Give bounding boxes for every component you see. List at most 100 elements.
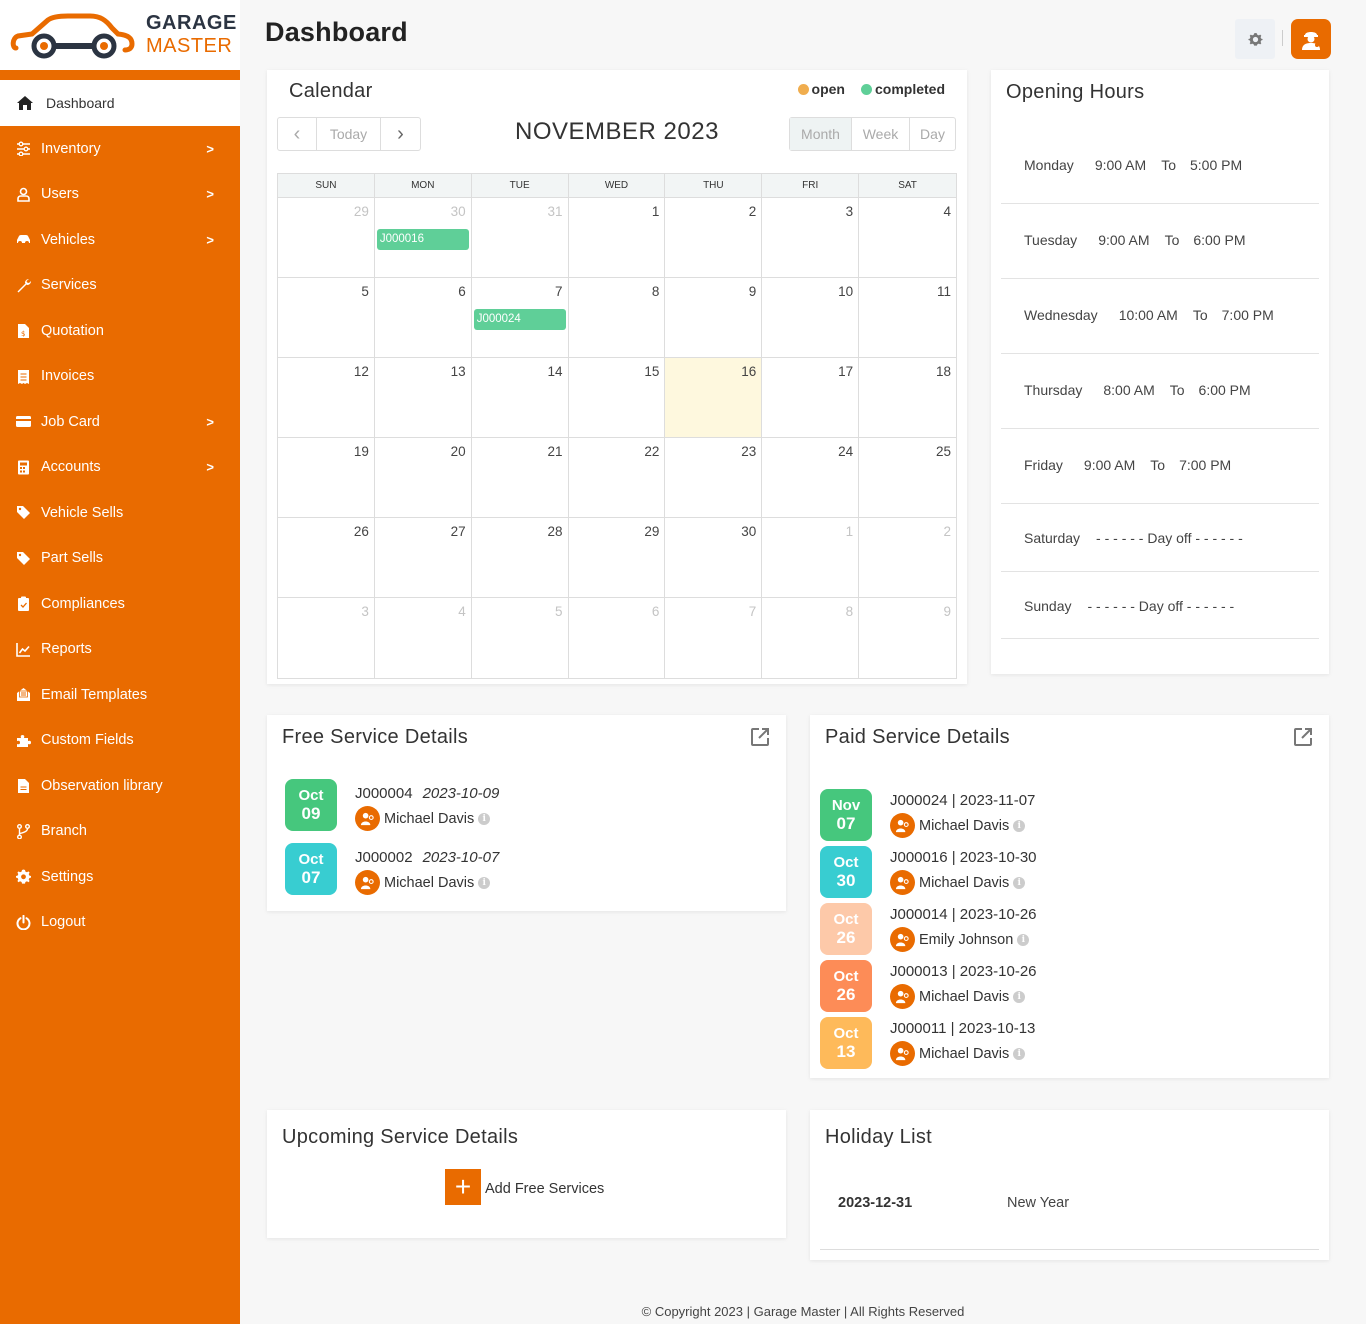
calendar-day[interactable]: 22: [569, 438, 666, 517]
sidebar-item-job-card[interactable]: Job Card >: [0, 399, 240, 445]
sidebar-item-services[interactable]: Services: [0, 263, 240, 309]
calendar-day[interactable]: 29: [278, 198, 375, 277]
settings-button[interactable]: [1235, 19, 1275, 59]
service-job-label[interactable]: J000013 | 2023-10-26: [890, 963, 1037, 980]
calendar-day[interactable]: 12: [278, 358, 375, 437]
gear-icon: [14, 869, 32, 885]
calendar-day[interactable]: 25: [859, 438, 956, 517]
calendar-day[interactable]: 7: [665, 598, 763, 678]
sidebar-item-email-templates[interactable]: Email Templates: [0, 672, 240, 718]
sidebar-item-inventory[interactable]: Inventory >: [0, 126, 240, 172]
sidebar-item-dashboard[interactable]: Dashboard: [0, 80, 240, 126]
calendar-day[interactable]: 23: [665, 438, 763, 517]
calendar-day[interactable]: 24: [762, 438, 860, 517]
external-link-icon[interactable]: [750, 727, 770, 747]
sidebar-item-invoices[interactable]: Invoices: [0, 354, 240, 400]
job-number[interactable]: J000004: [355, 785, 413, 802]
day-number: 2: [943, 524, 951, 539]
sidebar-item-logout[interactable]: Logout: [0, 900, 240, 946]
info-icon[interactable]: i: [1017, 933, 1030, 946]
sidebar-item-reports[interactable]: Reports: [0, 627, 240, 673]
sidebar-item-part-sells[interactable]: Part Sells: [0, 536, 240, 582]
calendar-day[interactable]: 18: [859, 358, 956, 437]
calendar-day[interactable]: 19: [278, 438, 375, 517]
calendar-day[interactable]: 8: [569, 278, 666, 357]
calendar-day[interactable]: 21: [472, 438, 569, 517]
view-week-button[interactable]: Week: [852, 118, 910, 150]
info-icon[interactable]: i: [1013, 876, 1026, 889]
sidebar-item-settings[interactable]: Settings: [0, 854, 240, 900]
info-icon[interactable]: i: [478, 812, 491, 825]
calendar-day[interactable]: 14: [472, 358, 569, 437]
calendar-day[interactable]: 1: [569, 198, 666, 277]
sidebar-item-observation-library[interactable]: Observation library: [0, 763, 240, 809]
calendar-event[interactable]: J000024: [473, 309, 566, 330]
sidebar-item-vehicle-sells[interactable]: Vehicle Sells: [0, 490, 240, 536]
free-service-item[interactable]: Oct 07 J000002 2023-10-07 Michael Davis i: [267, 843, 786, 903]
brand-logo[interactable]: GARAGE MASTER: [0, 0, 240, 70]
view-month-button[interactable]: Month: [790, 118, 852, 150]
calendar-day[interactable]: 3: [762, 198, 860, 277]
calendar-day[interactable]: 2: [859, 518, 956, 597]
sidebar-item-accounts[interactable]: Accounts >: [0, 445, 240, 491]
calendar-day[interactable]: 30 J000016: [375, 198, 472, 277]
view-day-button[interactable]: Day: [910, 118, 955, 150]
calendar-day[interactable]: 10: [762, 278, 860, 357]
sidebar-item-label: Quotation: [41, 322, 104, 339]
add-free-service-label[interactable]: Add Free Services: [485, 1181, 604, 1197]
sidebar-item-branch[interactable]: Branch: [0, 809, 240, 855]
calendar-day[interactable]: 13: [375, 358, 472, 437]
calendar-day[interactable]: 31: [472, 198, 569, 277]
calendar-day[interactable]: 30: [665, 518, 763, 597]
service-job-label[interactable]: J000014 | 2023-10-26: [890, 906, 1037, 923]
paid-service-item[interactable]: Nov 07 J000024 | 2023-11-07 Michael Davi…: [810, 789, 1329, 849]
calendar-day[interactable]: 15: [569, 358, 666, 437]
calendar-day[interactable]: 1: [762, 518, 860, 597]
info-icon[interactable]: i: [1013, 990, 1026, 1003]
calendar-day[interactable]: 28: [472, 518, 569, 597]
calendar-day[interactable]: 6: [569, 598, 666, 678]
paid-service-item[interactable]: Oct 13 J000011 | 2023-10-13 Michael Davi…: [810, 1017, 1329, 1077]
free-service-item[interactable]: Oct 09 J000004 2023-10-09 Michael Davis i: [267, 779, 786, 839]
calendar-day[interactable]: 5: [472, 598, 569, 678]
calendar-day[interactable]: 7 J000024: [472, 278, 569, 357]
paid-service-item[interactable]: Oct 26 J000013 | 2023-10-26 Michael Davi…: [810, 960, 1329, 1020]
calendar-day[interactable]: 11: [859, 278, 956, 357]
calendar-day[interactable]: 5: [278, 278, 375, 357]
sidebar-item-vehicles[interactable]: Vehicles >: [0, 217, 240, 263]
sidebar-item-quotation[interactable]: $ Quotation: [0, 308, 240, 354]
envelope-open-icon: [14, 687, 32, 703]
calendar-day[interactable]: 20: [375, 438, 472, 517]
calendar-day[interactable]: 27: [375, 518, 472, 597]
service-job-label[interactable]: J000011 | 2023-10-13: [890, 1020, 1035, 1037]
add-free-service-button[interactable]: +: [445, 1169, 481, 1205]
calendar-event[interactable]: J000016: [376, 229, 469, 250]
calendar-day[interactable]: 2: [665, 198, 763, 277]
external-link-icon[interactable]: [1293, 727, 1313, 747]
calendar-day[interactable]: 8: [762, 598, 860, 678]
calendar-day[interactable]: 29: [569, 518, 666, 597]
day-number: 5: [361, 284, 369, 299]
calendar-day[interactable]: 3: [278, 598, 375, 678]
day-number: 8: [651, 284, 660, 299]
service-job-label[interactable]: J000016 | 2023-10-30: [890, 849, 1037, 866]
info-icon[interactable]: i: [1013, 1047, 1026, 1060]
info-icon[interactable]: i: [478, 876, 491, 889]
sidebar-item-compliances[interactable]: Compliances: [0, 581, 240, 627]
calendar-day[interactable]: 9: [665, 278, 763, 357]
job-number[interactable]: J000002: [355, 849, 413, 866]
calendar-day[interactable]: 26: [278, 518, 375, 597]
user-avatar-button[interactable]: [1291, 19, 1331, 59]
calendar-day[interactable]: 17: [762, 358, 860, 437]
calendar-day[interactable]: 4: [375, 598, 472, 678]
paid-service-item[interactable]: Oct 26 J000014 | 2023-10-26 Emily Johnso…: [810, 903, 1329, 963]
calendar-day[interactable]: 4: [859, 198, 956, 277]
sidebar-item-custom-fields[interactable]: Custom Fields: [0, 718, 240, 764]
service-job-label[interactable]: J000024 | 2023-11-07: [890, 792, 1035, 809]
paid-service-item[interactable]: Oct 30 J000016 | 2023-10-30 Michael Davi…: [810, 846, 1329, 906]
calendar-day-today[interactable]: 16: [665, 358, 763, 437]
info-icon[interactable]: i: [1013, 819, 1026, 832]
calendar-day[interactable]: 6: [375, 278, 472, 357]
sidebar-item-users[interactable]: Users >: [0, 172, 240, 218]
calendar-day[interactable]: 9: [859, 598, 956, 678]
